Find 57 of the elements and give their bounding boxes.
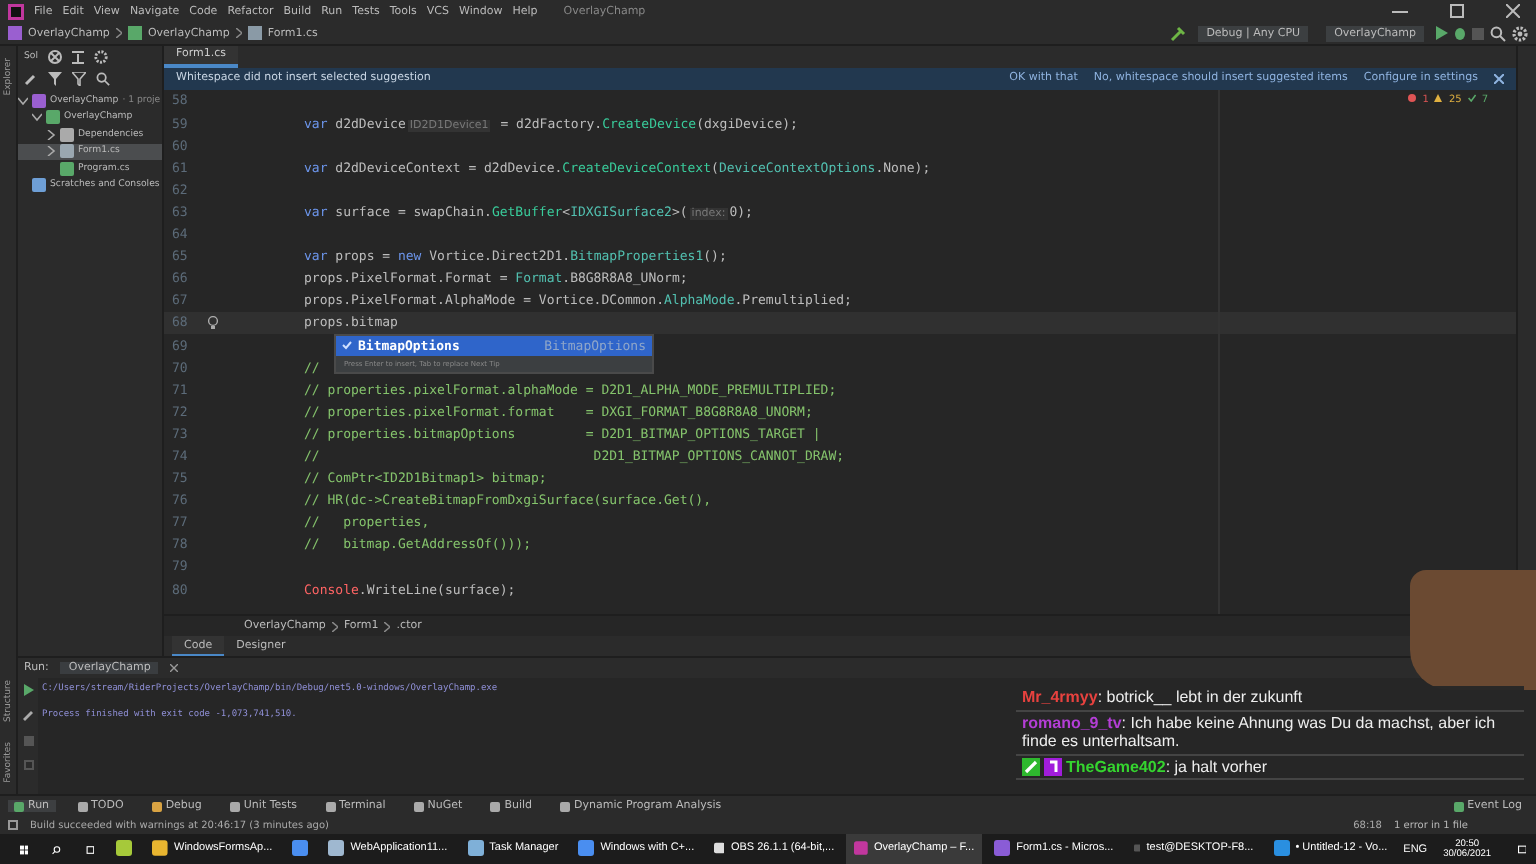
settings-icon[interactable] bbox=[94, 50, 109, 64]
windows-start-icon[interactable] bbox=[20, 841, 29, 857]
event-log-icon bbox=[1453, 801, 1464, 811]
app-icon bbox=[152, 840, 168, 856]
maximize-icon[interactable] bbox=[1450, 4, 1464, 18]
file-icon bbox=[32, 93, 46, 108]
app-icon bbox=[714, 840, 725, 856]
minimize-icon[interactable] bbox=[1392, 9, 1408, 13]
tool-window-icon bbox=[560, 801, 571, 811]
tool-window-icon bbox=[413, 801, 424, 811]
app-icon bbox=[467, 840, 484, 856]
run-icon[interactable] bbox=[1436, 26, 1448, 40]
chat-message: Mr_4rmyy: botrick__ lebt in der zukunft bbox=[1022, 688, 1303, 707]
chevron-icon bbox=[331, 621, 338, 632]
app-icon bbox=[1273, 840, 1290, 856]
tool-window-icon bbox=[325, 801, 336, 811]
notification-icon[interactable] bbox=[1517, 841, 1526, 857]
tool-window-icon bbox=[151, 801, 162, 811]
project-icon bbox=[46, 110, 60, 125]
photo-placeholder bbox=[1410, 570, 1536, 690]
chat-badge-icon bbox=[1022, 758, 1040, 776]
chevron-icon bbox=[384, 621, 391, 632]
close-icon[interactable] bbox=[1506, 4, 1520, 18]
chat-message: TheGame402: ja halt vorher bbox=[1066, 757, 1268, 776]
target-icon[interactable] bbox=[48, 50, 63, 64]
check-icon bbox=[1467, 93, 1476, 102]
check-icon bbox=[342, 340, 352, 351]
settings-icon[interactable] bbox=[1512, 25, 1528, 41]
error-icon bbox=[1408, 93, 1417, 102]
debug-icon[interactable] bbox=[1454, 26, 1466, 40]
tool-window-icon bbox=[490, 801, 501, 811]
close-icon[interactable] bbox=[1494, 73, 1504, 84]
search-icon[interactable] bbox=[1490, 25, 1506, 41]
hammer-icon[interactable] bbox=[1170, 25, 1187, 41]
chevron-icon bbox=[115, 28, 122, 38]
tool-window-icon bbox=[77, 801, 88, 811]
tool-window-icon bbox=[229, 801, 240, 811]
collapse-icon[interactable] bbox=[72, 50, 85, 64]
tool-window-icon bbox=[14, 801, 24, 811]
app-icon bbox=[328, 840, 345, 856]
chat-badge-icon bbox=[1044, 758, 1062, 776]
status-icon bbox=[8, 820, 18, 830]
app-logo-icon bbox=[8, 3, 24, 19]
app-icon bbox=[1133, 840, 1141, 856]
search-icon[interactable] bbox=[52, 841, 62, 857]
chat-message: romano_9_tv: Ich habe keine Ahnung was Du da machst, aber ich finde es unterhaltsam. bbox=[1022, 713, 1498, 751]
app-icon bbox=[994, 840, 1011, 856]
app-icon bbox=[578, 840, 595, 856]
chevron-icon bbox=[235, 28, 242, 38]
app-icon bbox=[116, 840, 133, 856]
app-icon bbox=[854, 840, 868, 856]
run-icon[interactable] bbox=[23, 684, 33, 696]
lightbulb-icon[interactable] bbox=[208, 315, 218, 330]
task-view-icon[interactable] bbox=[85, 841, 95, 857]
app-icon bbox=[292, 840, 309, 856]
close-icon[interactable] bbox=[170, 664, 179, 672]
search-icon[interactable] bbox=[96, 72, 110, 86]
